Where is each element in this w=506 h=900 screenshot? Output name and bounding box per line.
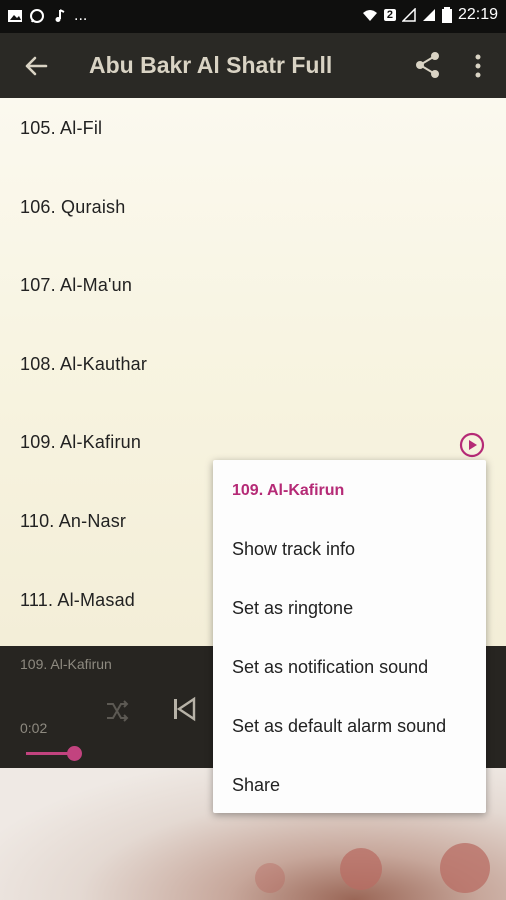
track-label: 105. Al-Fil [20, 118, 103, 138]
status-time: 22:19 [457, 6, 498, 23]
status-right: 2 22:19 [362, 6, 498, 24]
whatsapp-icon [30, 9, 44, 23]
play-circle-icon[interactable] [459, 432, 485, 458]
music-note-icon [55, 9, 65, 22]
image-icon [8, 10, 22, 22]
wifi-icon [362, 10, 377, 21]
list-item[interactable]: 108. Al-Kauthar [0, 334, 506, 412]
context-menu: 109. Al-Kafirun Show track info Set as r… [213, 460, 486, 813]
track-label: 107. Al-Ma'un [20, 275, 133, 295]
menu-item-show-track-info[interactable]: Show track info [213, 519, 486, 578]
list-item[interactable]: 106. Quraish [0, 177, 506, 255]
menu-item-set-notification[interactable]: Set as notification sound [213, 637, 486, 696]
list-item[interactable]: 107. Al-Ma'un [0, 255, 506, 333]
more-notifications-text: ... [74, 7, 88, 24]
track-label: 111. Al-Masad [20, 590, 135, 610]
share-icon[interactable] [413, 50, 443, 80]
status-bar: ... 2 22:19 [0, 0, 506, 33]
track-label: 108. Al-Kauthar [20, 354, 148, 374]
page-title: Abu Bakr Al Shatr Full [89, 52, 333, 78]
sim-badge: 2 [383, 9, 396, 21]
signal-icon [401, 8, 416, 22]
previous-track-icon[interactable] [171, 696, 197, 722]
track-label: 106. Quraish [20, 197, 126, 217]
menu-item-share[interactable]: Share [213, 755, 486, 814]
menu-item-label: Show track info [232, 539, 356, 559]
context-menu-title: 109. Al-Kafirun [213, 460, 486, 519]
now-playing-title: 109. Al-Kafirun [20, 656, 112, 672]
app-bar: Abu Bakr Al Shatr Full [0, 33, 506, 98]
menu-item-set-alarm[interactable]: Set as default alarm sound [213, 696, 486, 755]
menu-item-label: Set as ringtone [232, 598, 354, 618]
list-item[interactable]: 105. Al-Fil [0, 98, 506, 176]
signal-full-icon [422, 9, 435, 21]
menu-item-label: Set as default alarm sound [232, 716, 447, 736]
track-label: 110. An-Nasr [20, 511, 127, 531]
back-arrow-icon[interactable] [22, 52, 50, 80]
shuffle-icon[interactable] [104, 698, 130, 724]
battery-icon [441, 7, 452, 23]
context-menu-title-text: 109. Al-Kafirun [232, 482, 345, 499]
menu-item-set-ringtone[interactable]: Set as ringtone [213, 578, 486, 637]
menu-item-label: Share [232, 775, 281, 795]
background-decoration [440, 843, 490, 893]
progress-thumb[interactable] [67, 746, 82, 761]
status-left: ... [8, 7, 87, 25]
background-decoration [340, 848, 382, 890]
menu-item-label: Set as notification sound [232, 657, 429, 677]
background-decoration [255, 863, 285, 893]
more-options-icon[interactable] [468, 52, 488, 80]
elapsed-time: 0:02 [20, 720, 48, 736]
track-label: 109. Al-Kafirun [20, 432, 142, 452]
